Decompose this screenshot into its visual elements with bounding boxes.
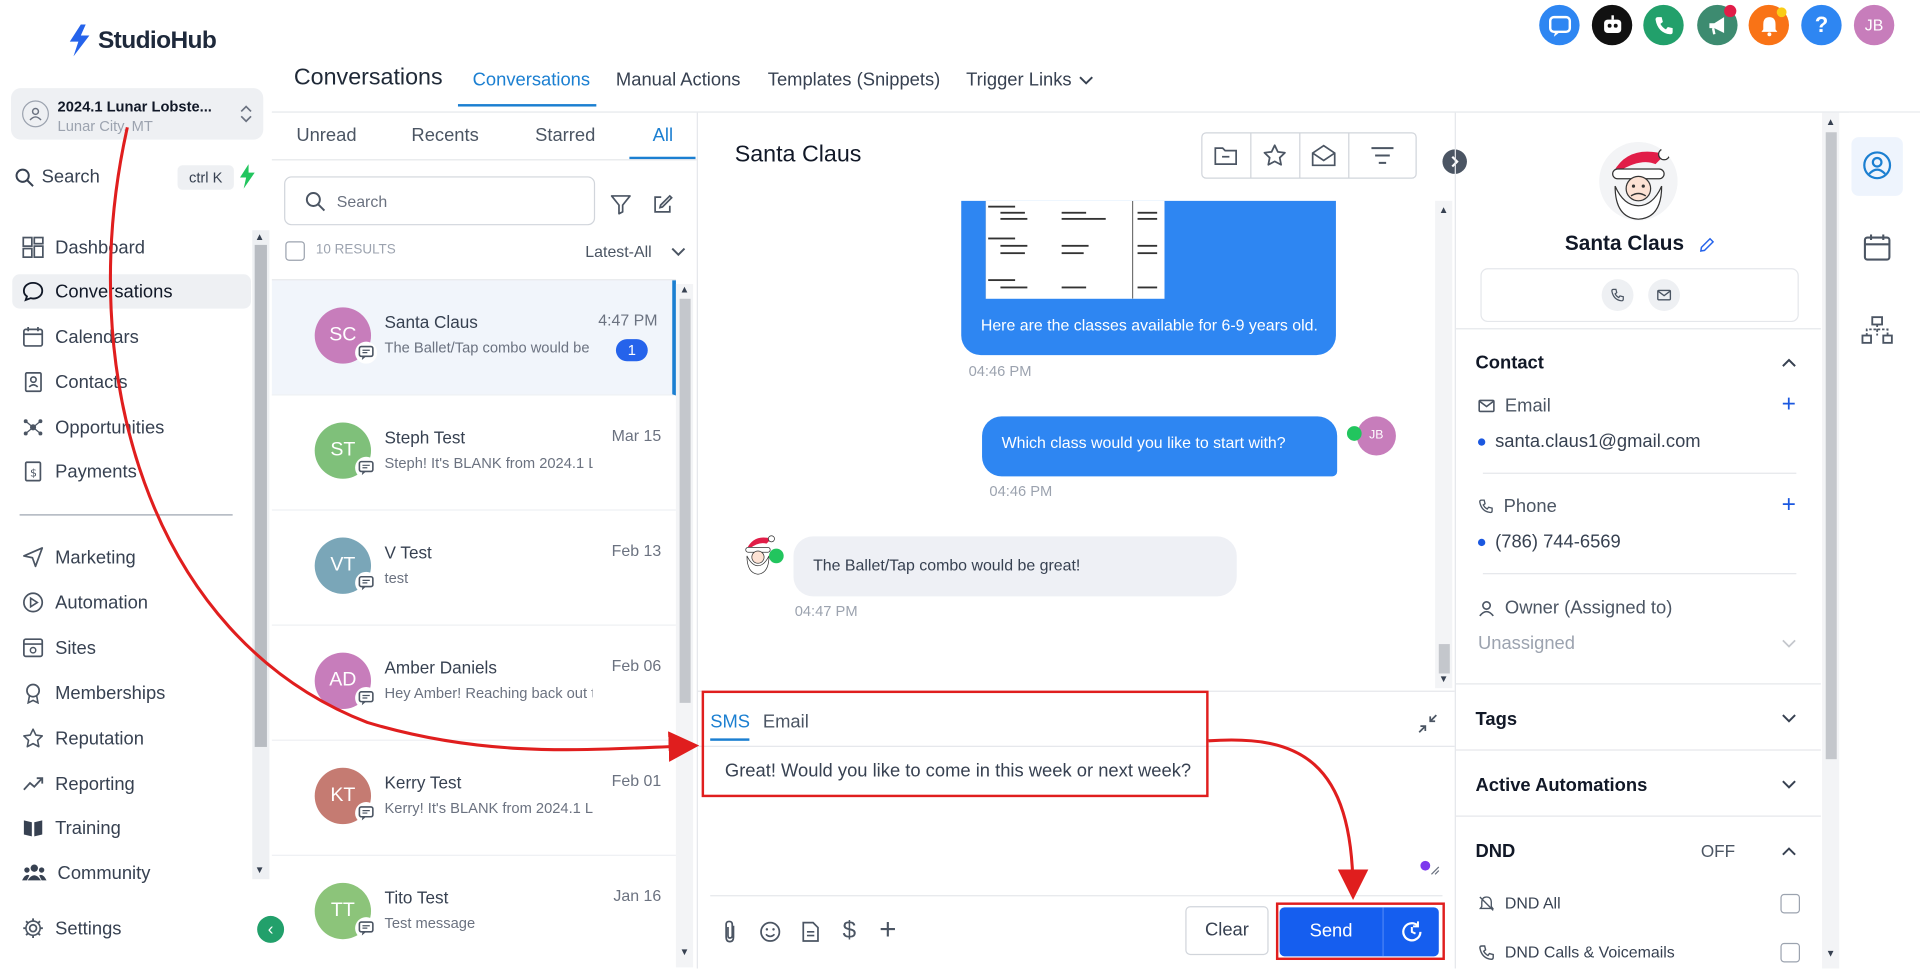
annotation-arrows <box>108 127 1369 901</box>
arrow-account-to-composer <box>108 127 700 762</box>
arrow-composer-to-send <box>1208 738 1369 901</box>
